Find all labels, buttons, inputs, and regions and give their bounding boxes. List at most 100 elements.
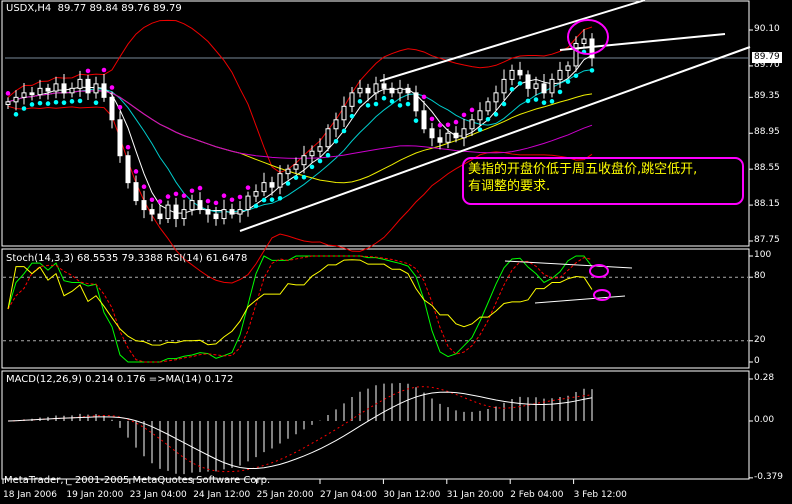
- sar-dot: [421, 94, 427, 100]
- sar-dot: [309, 164, 315, 170]
- sar-dot: [53, 99, 59, 105]
- sar-dot: [301, 174, 307, 180]
- sar-dot: [21, 106, 27, 111]
- sar-dot: [397, 103, 403, 108]
- candle-body: [533, 83, 539, 89]
- sar-dot: [573, 73, 579, 79]
- sar-dot: [293, 175, 299, 180]
- main-pane-frame: [1, 0, 750, 247]
- sar-dot: [549, 99, 555, 104]
- rsi-trend-line: [534, 295, 626, 304]
- sar-dot: [405, 101, 411, 107]
- candle-body: [477, 110, 483, 121]
- candle-body: [333, 119, 339, 130]
- sar-dot: [517, 81, 523, 86]
- sar-dot: [525, 98, 531, 104]
- sar-dot: [589, 68, 595, 73]
- sar-dot: [285, 181, 291, 186]
- sar-dot: [141, 184, 147, 190]
- candle-body: [197, 200, 203, 211]
- candle-body: [245, 195, 251, 211]
- sar-dot: [229, 197, 235, 203]
- candle-body: [69, 87, 75, 94]
- candle-body: [525, 74, 531, 89]
- annotation-line-2: 有调整的要求.: [468, 179, 551, 194]
- sar-dot: [325, 152, 331, 158]
- price-tick-label: 89.35: [754, 91, 780, 102]
- sar-dot: [45, 101, 51, 106]
- candle-body: [421, 110, 427, 130]
- candle-body: [453, 132, 459, 139]
- sar-dot: [269, 197, 275, 202]
- sar-dot: [133, 169, 139, 174]
- sar-dot: [237, 194, 243, 200]
- candle-body: [149, 209, 155, 215]
- sar-dot: [277, 196, 283, 201]
- sar-dot: [477, 127, 483, 132]
- candle-body: [437, 137, 443, 143]
- price-chart[interactable]: [0, 0, 792, 504]
- candle-body: [573, 42, 579, 67]
- sar-dot: [317, 158, 323, 164]
- sar-dot: [77, 98, 83, 104]
- candle-body: [373, 83, 379, 94]
- stoch-trend-line: [504, 260, 633, 269]
- stoch-header: Stoch(14,3,3) 68.5535 79.3388 RSI(14) 61…: [6, 253, 248, 264]
- stoch-tick-label: 100: [754, 250, 772, 260]
- candle-body: [101, 83, 107, 98]
- sar-dot: [93, 100, 99, 105]
- price-tick-label: 90.10: [754, 24, 780, 34]
- candle-body: [189, 200, 195, 211]
- sar-dot: [565, 79, 571, 84]
- candle-body: [357, 87, 363, 94]
- sar-dot: [5, 91, 11, 96]
- sar-dot: [205, 198, 211, 204]
- candle-body: [325, 128, 331, 148]
- candle-body: [213, 213, 219, 220]
- candle-body: [293, 164, 299, 170]
- sar-dot: [189, 188, 195, 194]
- sar-dot: [453, 119, 459, 125]
- sar-dot: [469, 107, 475, 113]
- candle-body: [93, 83, 99, 94]
- candle-body: [13, 96, 19, 103]
- candle-body: [85, 78, 91, 94]
- stoch-pane-frame: [1, 248, 750, 369]
- sar-dot: [245, 185, 251, 190]
- sar-dot: [373, 101, 379, 107]
- candle-body: [285, 168, 291, 175]
- candle-body: [413, 92, 419, 112]
- time-tick-label: 24 Jan 12:00: [193, 490, 251, 500]
- sar-dot: [13, 112, 19, 117]
- sar-dot: [533, 97, 539, 102]
- candle-body: [229, 209, 235, 215]
- sar-dot: [69, 99, 75, 104]
- candle-body: [509, 69, 515, 80]
- sar-dot: [101, 67, 107, 73]
- candle-body: [397, 87, 403, 94]
- stoch-tick-label: 0: [754, 356, 760, 366]
- sar-dot: [29, 102, 35, 107]
- sar-dot: [61, 100, 67, 105]
- candle-body: [405, 87, 411, 94]
- macd-tick-label: 0.28: [754, 373, 775, 383]
- sar-dot: [509, 86, 515, 92]
- gap-highlight-ellipse: [567, 19, 609, 55]
- candle-body: [341, 105, 347, 121]
- sar-dot: [149, 197, 155, 203]
- price-tick-label: 88.55: [754, 163, 780, 174]
- sar-dot: [181, 193, 187, 198]
- sar-dot: [253, 203, 259, 209]
- sar-dot: [261, 197, 267, 203]
- candle-body: [493, 92, 499, 103]
- candle-body: [253, 191, 259, 197]
- candle-body: [181, 209, 187, 220]
- sar-dot: [461, 112, 467, 118]
- copyright: MetaTrader, _ 2001-2005 MetaQuotes Softw…: [4, 475, 271, 486]
- candle-body: [77, 78, 83, 89]
- candle-body: [37, 87, 43, 96]
- candle-body: [277, 173, 283, 188]
- candle-body: [309, 150, 315, 157]
- sar-dot: [485, 116, 491, 122]
- annotation-line-1: 美指的开盘价低于周五收盘价,跳空低开,: [468, 162, 698, 177]
